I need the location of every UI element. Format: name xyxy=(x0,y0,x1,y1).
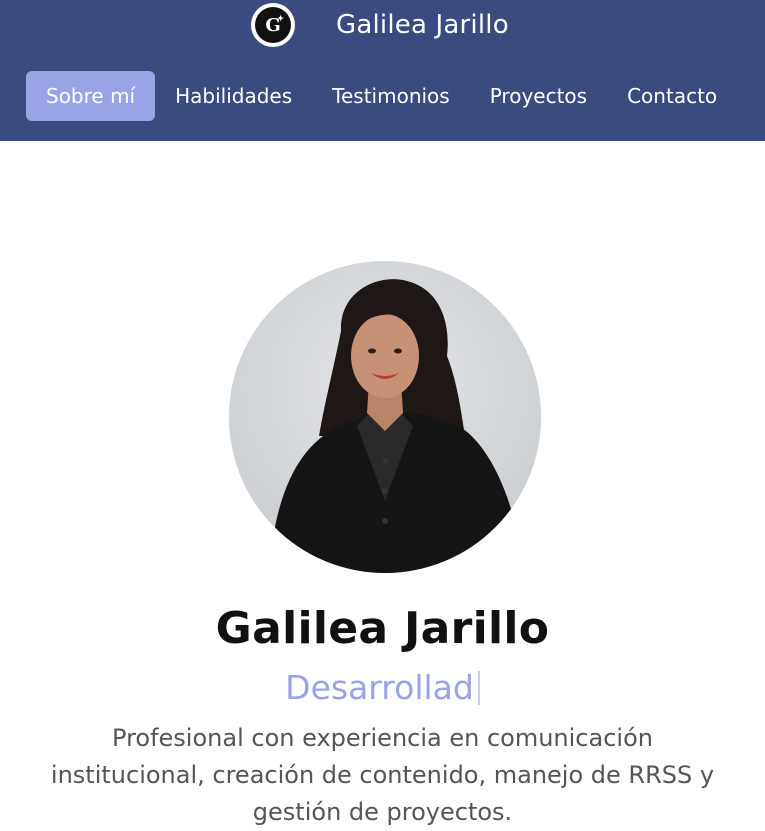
nav-item-testimonios[interactable]: Testimonios xyxy=(312,71,470,121)
hero-description: Profesional con experiencia en comunicac… xyxy=(50,724,715,826)
nav-item-sobre-mi[interactable]: Sobre mí xyxy=(26,71,156,121)
nav-item-proyectos[interactable]: Proyectos xyxy=(470,71,607,121)
hero-name: Galilea Jarillo xyxy=(215,603,550,654)
main-nav: Sobre mí Habilidades Testimonios Proyect… xyxy=(26,71,737,121)
hero-role: Desarrollad xyxy=(0,668,765,707)
site-header: G ✦ Galilea Jarillo Sobre mí Habilidades… xyxy=(0,0,765,141)
typing-caret xyxy=(477,671,480,705)
logo-icon[interactable]: G ✦ xyxy=(251,3,295,47)
profile-photo xyxy=(229,261,541,573)
hero-role-text: Desarrollad xyxy=(285,668,474,707)
nav-item-contacto[interactable]: Contacto xyxy=(607,71,737,121)
nav-item-habilidades[interactable]: Habilidades xyxy=(155,71,312,121)
brand[interactable]: G ✦ Galilea Jarillo xyxy=(251,3,509,47)
sparkle-icon: ✦ xyxy=(277,13,284,23)
profile-photo-illustration xyxy=(229,261,541,573)
brand-name[interactable]: Galilea Jarillo xyxy=(336,10,509,40)
